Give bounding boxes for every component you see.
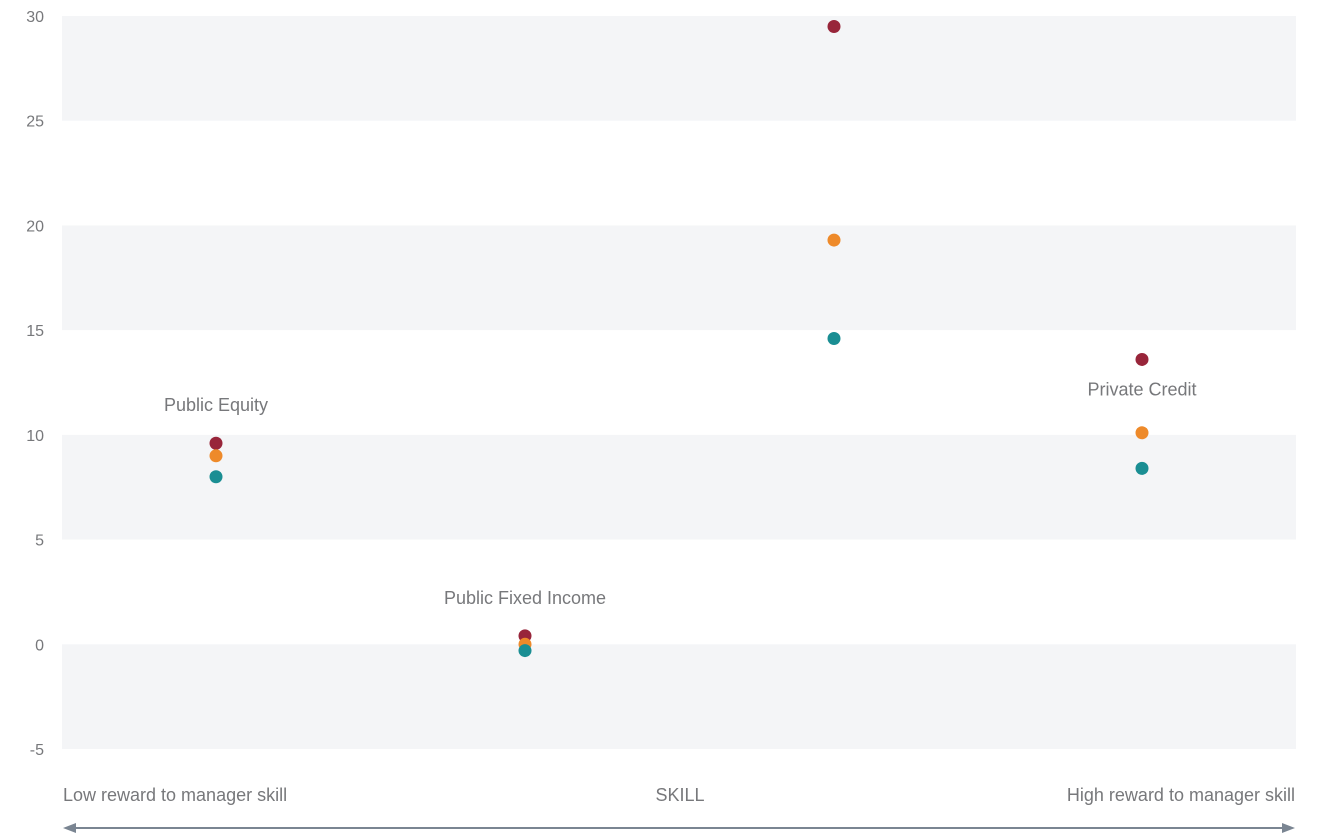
category-label: Private Credit xyxy=(1087,379,1196,399)
y-tick-label: 10 xyxy=(26,428,44,445)
y-axis-ticks: 30 25 20 15 10 5 0 -5 xyxy=(26,9,44,759)
x-axis-caption-right: High reward to manager skill xyxy=(1067,785,1295,805)
grid-band xyxy=(62,434,1296,540)
x-axis-caption-left: Low reward to manager skill xyxy=(63,785,287,805)
skill-arrow-left-head xyxy=(63,823,76,833)
category-label: Public Equity xyxy=(164,395,268,415)
y-tick-label: 30 xyxy=(26,9,44,26)
y-tick-label: -5 xyxy=(30,742,44,759)
data-point xyxy=(827,19,841,33)
grid-band xyxy=(62,16,1296,121)
y-tick-label: 0 xyxy=(35,637,44,654)
y-tick-label: 25 xyxy=(26,114,44,131)
scatter-chart: 30 25 20 15 10 5 0 -5 Public Equity Public Fixed… xyxy=(26,9,1296,833)
data-point xyxy=(209,470,223,484)
y-tick-label: 15 xyxy=(26,323,44,340)
x-axis-caption-center: SKILL xyxy=(655,785,704,805)
grid-band xyxy=(62,225,1296,331)
grid-band xyxy=(62,644,1296,749)
data-point xyxy=(518,644,532,658)
data-point xyxy=(209,449,223,463)
data-point xyxy=(1135,352,1149,366)
data-point xyxy=(827,233,841,247)
data-point xyxy=(1135,426,1149,440)
y-tick-label: 5 xyxy=(35,533,44,550)
category-label: Public Fixed Income xyxy=(444,588,606,608)
data-point xyxy=(827,332,841,346)
y-tick-label: 20 xyxy=(26,218,44,235)
data-point xyxy=(1135,461,1149,475)
data-point xyxy=(209,436,223,450)
skill-axis-arrow xyxy=(63,823,1295,833)
skill-arrow-right-head xyxy=(1282,823,1295,833)
